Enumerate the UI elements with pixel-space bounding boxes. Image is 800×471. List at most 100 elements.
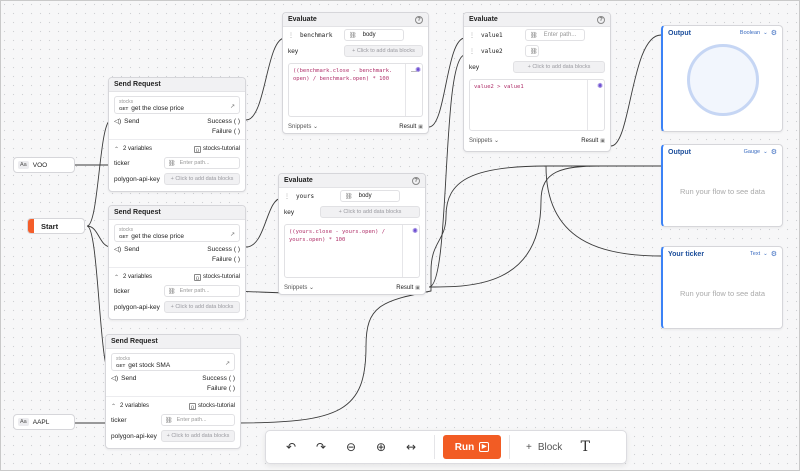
evaluate-node-benchmark[interactable]: Evaluate? ⋮ benchmark ⛓ body key + Click …: [282, 12, 429, 134]
add-data-blocks-input[interactable]: + Click to add data blocks: [164, 173, 240, 185]
ticker-input[interactable]: ⛓ Enter path...: [164, 285, 240, 297]
output-port-icon[interactable]: ( ): [229, 385, 235, 392]
help-icon[interactable]: ?: [412, 177, 420, 185]
output-port-icon[interactable]: ( ): [234, 246, 240, 253]
environment-badge[interactable]: {} stocks-tutorial: [193, 145, 240, 153]
environment-icon: {}: [193, 273, 201, 281]
zoom-in-icon[interactable]: ⊕: [366, 435, 396, 459]
run-button[interactable]: Run ▶: [443, 435, 501, 459]
output-type-label: Boolean: [739, 30, 761, 36]
send-icon: ◁): [114, 246, 122, 253]
result-port-icon[interactable]: ▣: [418, 124, 423, 130]
add-data-blocks-input[interactable]: + Click to add data blocks: [161, 430, 235, 442]
output-node-gauge[interactable]: Output Gauge ⌄ ⚙ Run your flow to see data: [661, 144, 783, 227]
variable-name[interactable]: value2: [481, 48, 519, 55]
output-port-icon[interactable]: ( ): [234, 128, 240, 135]
result-port-icon[interactable]: ▣: [415, 285, 420, 291]
input-node-voo[interactable]: Aa VOO: [13, 157, 75, 173]
wire-eval2-ticker-output: [428, 165, 602, 288]
output-type-dropdown[interactable]: Boolean ⌄ ⚙: [740, 29, 777, 37]
output-port-icon[interactable]: ( ): [229, 375, 235, 382]
link-icon: ⛓: [530, 32, 538, 39]
output-node-text[interactable]: Your ticker Text ⌄ ⚙ Run your flow to see …: [661, 246, 783, 329]
ai-assist-icon[interactable]: ✺: [412, 227, 418, 235]
redo-icon[interactable]: ↷: [306, 435, 336, 459]
add-data-blocks-input[interactable]: + Click to add data blocks: [344, 45, 423, 57]
request-picker[interactable]: stocks GET get the close price ↗: [114, 224, 240, 242]
external-link-icon[interactable]: ↗: [225, 360, 230, 367]
request-picker[interactable]: stocks GET get stock SMA ↗: [111, 353, 235, 371]
node-title: Your ticker: [668, 250, 705, 258]
chevron-up-icon[interactable]: ⌃: [111, 403, 116, 410]
code-gutter: [402, 225, 403, 277]
add-data-blocks-input[interactable]: + Click to add data blocks: [320, 206, 420, 218]
code-editor[interactable]: value2 > value1 ✺: [469, 79, 605, 131]
undo-icon[interactable]: ↶: [276, 435, 306, 459]
ai-assist-icon[interactable]: ✺: [597, 82, 603, 90]
external-link-icon[interactable]: ↗: [230, 103, 235, 110]
variable-name[interactable]: value1: [481, 32, 519, 39]
input-placeholder: Enter path...: [176, 417, 207, 423]
evaluate-node-yours[interactable]: Evaluate? ⋮ yours ⛓ body key + Click to a…: [278, 173, 426, 295]
add-block-button[interactable]: + Block: [518, 442, 570, 453]
environment-icon: {}: [193, 145, 201, 153]
ticker-input[interactable]: ⛓ Enter path...: [161, 414, 235, 426]
input-placeholder: + Click to add data blocks: [170, 176, 234, 182]
output-port-icon[interactable]: ( ): [234, 118, 240, 125]
node-title: Send Request: [106, 335, 240, 349]
variable-value[interactable]: ⛓ body: [340, 190, 400, 202]
add-data-blocks-input[interactable]: + Click to add data blocks: [513, 61, 605, 73]
drag-handle-icon[interactable]: ⋮: [288, 32, 294, 39]
external-link-icon[interactable]: ↗: [230, 231, 235, 238]
drag-handle-icon[interactable]: ⋮: [469, 32, 475, 39]
input-node-aapl[interactable]: Aa AAPL: [13, 414, 75, 430]
chevron-up-icon[interactable]: ⌃: [114, 274, 119, 281]
method-tag: GET: [116, 363, 126, 368]
gear-icon[interactable]: ⚙: [771, 250, 777, 258]
drag-handle-icon[interactable]: ⋮: [469, 48, 475, 55]
add-data-blocks-input[interactable]: + Click to add data blocks: [164, 301, 240, 313]
help-icon[interactable]: ?: [415, 16, 423, 24]
input-value: VOO: [32, 161, 48, 169]
gear-icon[interactable]: ⚙: [771, 29, 777, 37]
environment-badge[interactable]: {} stocks-tutorial: [188, 402, 235, 410]
variable-value[interactable]: ⛓ Enter path...: [525, 29, 585, 41]
request-picker[interactable]: stocks GET get the close price ↗: [114, 96, 240, 114]
output-node-boolean[interactable]: Output Boolean ⌄ ⚙: [661, 25, 783, 132]
key-label: key: [469, 63, 480, 71]
wire-eval2-value2: [428, 54, 466, 288]
variable-name[interactable]: benchmark: [300, 32, 338, 39]
send-request-node-3[interactable]: Send Request stocks GET get stock SMA ↗ ◁…: [105, 334, 241, 449]
chevron-down-icon: ⌄: [763, 30, 768, 36]
snippets-dropdown[interactable]: Snippets ⌄: [469, 137, 499, 144]
variable-name[interactable]: yours: [296, 193, 334, 200]
text-type-icon: Aa: [18, 161, 29, 169]
text-tool-icon[interactable]: T: [570, 435, 600, 459]
chevron-up-icon[interactable]: ⌃: [114, 146, 119, 153]
fit-view-icon[interactable]: ↔: [396, 435, 426, 459]
output-type-dropdown[interactable]: Text ⌄ ⚙: [750, 250, 777, 258]
output-port-icon[interactable]: ( ): [234, 256, 240, 263]
variable-value-text: Enter path...: [543, 32, 577, 38]
ai-assist-icon[interactable]: ✺: [415, 66, 421, 74]
help-icon[interactable]: ?: [597, 16, 605, 24]
snippets-label: Snippets: [284, 285, 308, 291]
send-request-node-1[interactable]: Send Request stocks GET get the close pri…: [108, 77, 246, 192]
ticker-input[interactable]: ⛓ Enter path...: [164, 157, 240, 169]
code-editor[interactable]: ((yours.close - yours.open) / yours.open…: [284, 224, 420, 278]
field-label: polygon-api-key: [111, 432, 157, 440]
zoom-out-icon[interactable]: ⊖: [336, 435, 366, 459]
result-port-icon[interactable]: ▣: [600, 138, 605, 144]
variable-value[interactable]: ⛓: [525, 45, 539, 57]
variable-value[interactable]: ⛓ body: [344, 29, 404, 41]
send-request-node-2[interactable]: Send Request stocks GET get the close pri…: [108, 205, 246, 320]
environment-badge[interactable]: {} stocks-tutorial: [193, 273, 240, 281]
drag-handle-icon[interactable]: ⋮: [284, 193, 290, 200]
snippets-dropdown[interactable]: Snippets ⌄: [288, 123, 318, 130]
output-type-dropdown[interactable]: Gauge ⌄ ⚙: [744, 148, 777, 156]
snippets-dropdown[interactable]: Snippets ⌄: [284, 284, 314, 291]
evaluate-node-compare[interactable]: Evaluate? ⋮ value1 ⛓ Enter path... ⋮ valu…: [463, 12, 611, 152]
code-editor[interactable]: ((benchmark.close - benchmark. open) / b…: [288, 63, 423, 117]
start-node[interactable]: Start: [27, 218, 85, 234]
gear-icon[interactable]: ⚙: [771, 148, 777, 156]
